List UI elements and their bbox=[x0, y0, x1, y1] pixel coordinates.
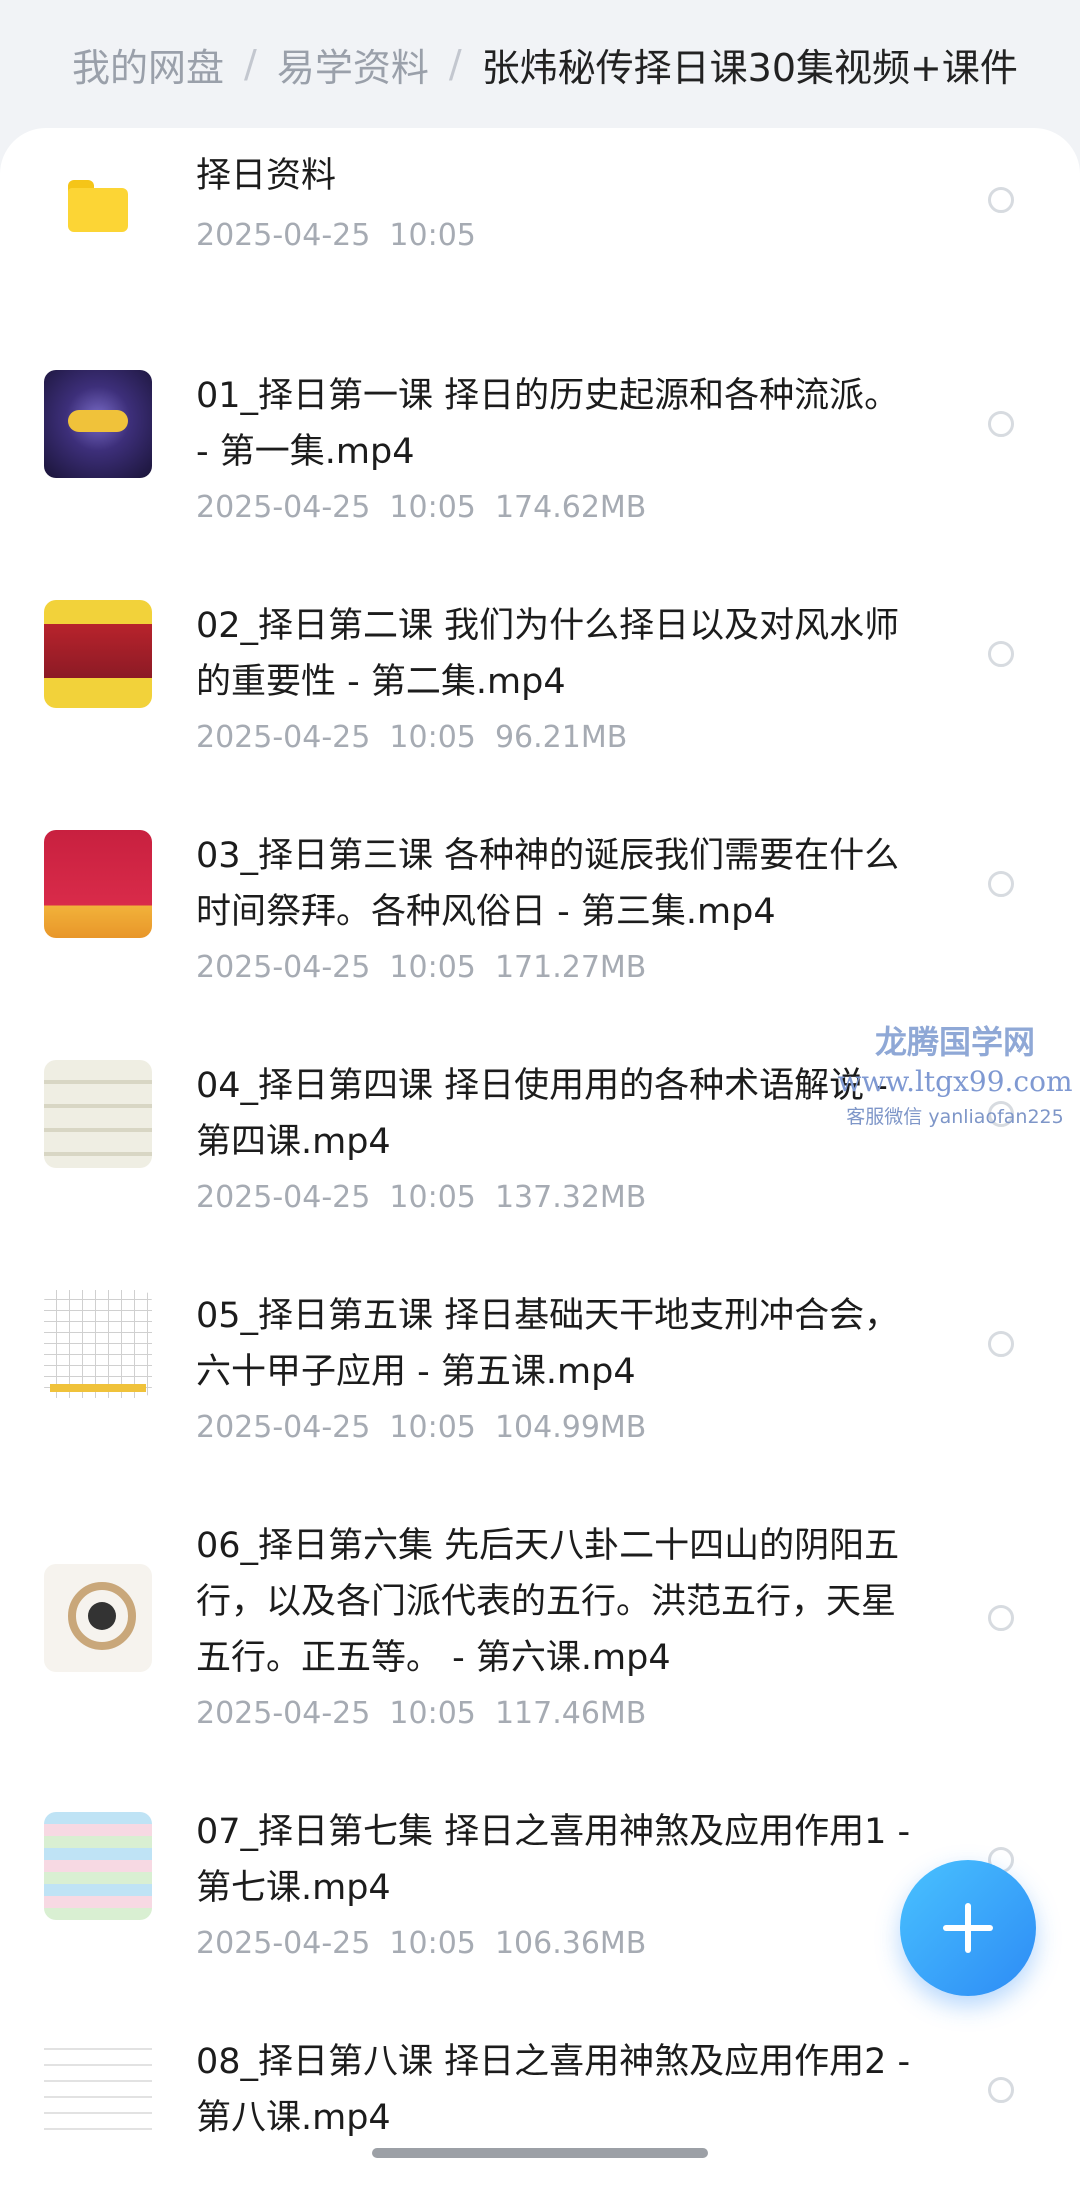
video-thumbnail-festival bbox=[44, 830, 152, 938]
select-radio[interactable] bbox=[988, 187, 1014, 213]
file-date: 2025-04-25 10:05 bbox=[196, 1696, 476, 1731]
file-meta: 2025-04-25 10:05 106.36MB bbox=[196, 1926, 646, 1961]
video-thumbnail-chart bbox=[44, 1812, 152, 1920]
video-thumbnail-table bbox=[44, 1290, 152, 1398]
file-name: 03_择日第三课 各种神的诞辰我们需要在什么时间祭拜。各种风俗日 - 第三集.m… bbox=[196, 836, 900, 932]
file-meta: 2025-04-25 10:05 bbox=[196, 218, 476, 253]
video-thumbnail-document bbox=[44, 2034, 152, 2142]
file-size: 117.46MB bbox=[494, 1696, 647, 1731]
file-meta: 2025-04-25 10:05 96.21MB bbox=[196, 720, 627, 755]
file-date: 2025-04-25 10:05 bbox=[196, 720, 476, 755]
file-meta: 2025-04-25 10:05 117.46MB bbox=[196, 1696, 646, 1731]
list-item[interactable]: 06_择日第六集 先后天八卦二十四山的阴阳五行，以及各门派代表的五行。洪范五行，… bbox=[0, 1478, 1080, 1764]
video-thumbnail-constellation bbox=[44, 370, 152, 478]
video-thumbnail-terms bbox=[44, 1060, 152, 1168]
file-name: 06_择日第六集 先后天八卦二十四山的阴阳五行，以及各门派代表的五行。洪范五行，… bbox=[196, 1526, 900, 1678]
file-size: 171.27MB bbox=[494, 950, 647, 985]
file-size: 137.32MB bbox=[494, 1180, 647, 1215]
video-thumbnail-ceremony bbox=[44, 600, 152, 708]
file-name: 01_择日第一课 择日的历史起源和各种流派。 - 第一集.mp4 bbox=[196, 376, 900, 472]
file-size: 106.36MB bbox=[494, 1926, 647, 1961]
file-meta: 2025-04-25 10:05 174.62MB bbox=[196, 490, 646, 525]
breadcrumb-parent[interactable]: 易学资料 bbox=[277, 37, 429, 92]
video-thumbnail-bagua bbox=[44, 1564, 152, 1672]
list-item-folder[interactable]: 择日资料 2025-04-25 10:05 bbox=[0, 128, 1080, 328]
breadcrumb-separator: / bbox=[244, 42, 257, 86]
watermark: 龙腾国学网 www.ltgx99.com 客服微信 yanliaofan225 bbox=[830, 1022, 1080, 1132]
file-meta: 2025-04-25 10:05 104.99MB bbox=[196, 1410, 646, 1445]
file-size: 104.99MB bbox=[494, 1410, 647, 1445]
file-meta: 2025-04-25 10:05 171.27MB bbox=[196, 950, 646, 985]
add-button[interactable] bbox=[900, 1860, 1036, 1996]
list-item[interactable]: 01_择日第一课 择日的历史起源和各种流派。 - 第一集.mp4 2025-04… bbox=[0, 328, 1080, 558]
file-name: 08_择日第八课 择日之喜用神煞及应用作用2 - 第八课.mp4 bbox=[196, 2042, 911, 2138]
select-radio[interactable] bbox=[988, 871, 1014, 897]
file-list: 择日资料 2025-04-25 10:05 01_择日第一课 择日的历史起源和各… bbox=[0, 128, 1080, 2186]
list-item[interactable]: 02_择日第二课 我们为什么择日以及对风水师的重要性 - 第二集.mp4 202… bbox=[0, 558, 1080, 788]
file-name: 02_择日第二课 我们为什么择日以及对风水师的重要性 - 第二集.mp4 bbox=[196, 606, 900, 702]
file-name: 04_择日第四课 择日使用用的各种术语解说 - 第四课.mp4 bbox=[196, 1066, 888, 1162]
home-indicator[interactable] bbox=[372, 2148, 708, 2158]
file-size: 96.21MB bbox=[494, 720, 628, 755]
breadcrumb-separator: / bbox=[448, 42, 462, 86]
file-name: 择日资料 bbox=[196, 156, 337, 196]
file-date: 2025-04-25 10:05 bbox=[196, 218, 476, 253]
breadcrumb: 我的网盘 / 易学资料 / 张炜秘传择日课30集视频+课件 bbox=[72, 36, 1062, 92]
watermark-brand: 龙腾国学网 bbox=[874, 1023, 1035, 1061]
list-item[interactable]: 03_择日第三课 各种神的诞辰我们需要在什么时间祭拜。各种风俗日 - 第三集.m… bbox=[0, 788, 1080, 1018]
file-date: 2025-04-25 10:05 bbox=[196, 1410, 476, 1445]
file-date: 2025-04-25 10:05 bbox=[196, 1180, 476, 1215]
file-date: 2025-04-25 10:05 bbox=[196, 950, 476, 985]
file-name: 07_择日第七集 择日之喜用神煞及应用作用1 - 第七课.mp4 bbox=[196, 1812, 911, 1908]
select-radio[interactable] bbox=[988, 1331, 1014, 1357]
list-item[interactable]: 05_择日第五课 择日基础天干地支刑冲合会，六十甲子应用 - 第五课.mp4 2… bbox=[0, 1248, 1080, 1478]
breadcrumb-root[interactable]: 我的网盘 bbox=[72, 37, 224, 92]
folder-icon bbox=[68, 180, 128, 232]
select-radio[interactable] bbox=[988, 2077, 1014, 2103]
select-radio[interactable] bbox=[988, 1605, 1014, 1631]
watermark-contact: 客服微信 yanliaofan225 bbox=[846, 1106, 1064, 1128]
select-radio[interactable] bbox=[988, 641, 1014, 667]
watermark-url: www.ltgx99.com bbox=[837, 1065, 1073, 1098]
file-size: 174.62MB bbox=[494, 490, 647, 525]
file-meta: 2025-04-25 10:05 137.32MB bbox=[196, 1180, 646, 1215]
select-radio[interactable] bbox=[988, 411, 1014, 437]
file-name: 05_择日第五课 择日基础天干地支刑冲合会，六十甲子应用 - 第五课.mp4 bbox=[196, 1296, 900, 1392]
breadcrumb-current: 张炜秘传择日课30集视频+课件 bbox=[481, 45, 1018, 90]
file-date: 2025-04-25 10:05 bbox=[196, 1926, 476, 1961]
file-date: 2025-04-25 10:05 bbox=[196, 490, 476, 525]
